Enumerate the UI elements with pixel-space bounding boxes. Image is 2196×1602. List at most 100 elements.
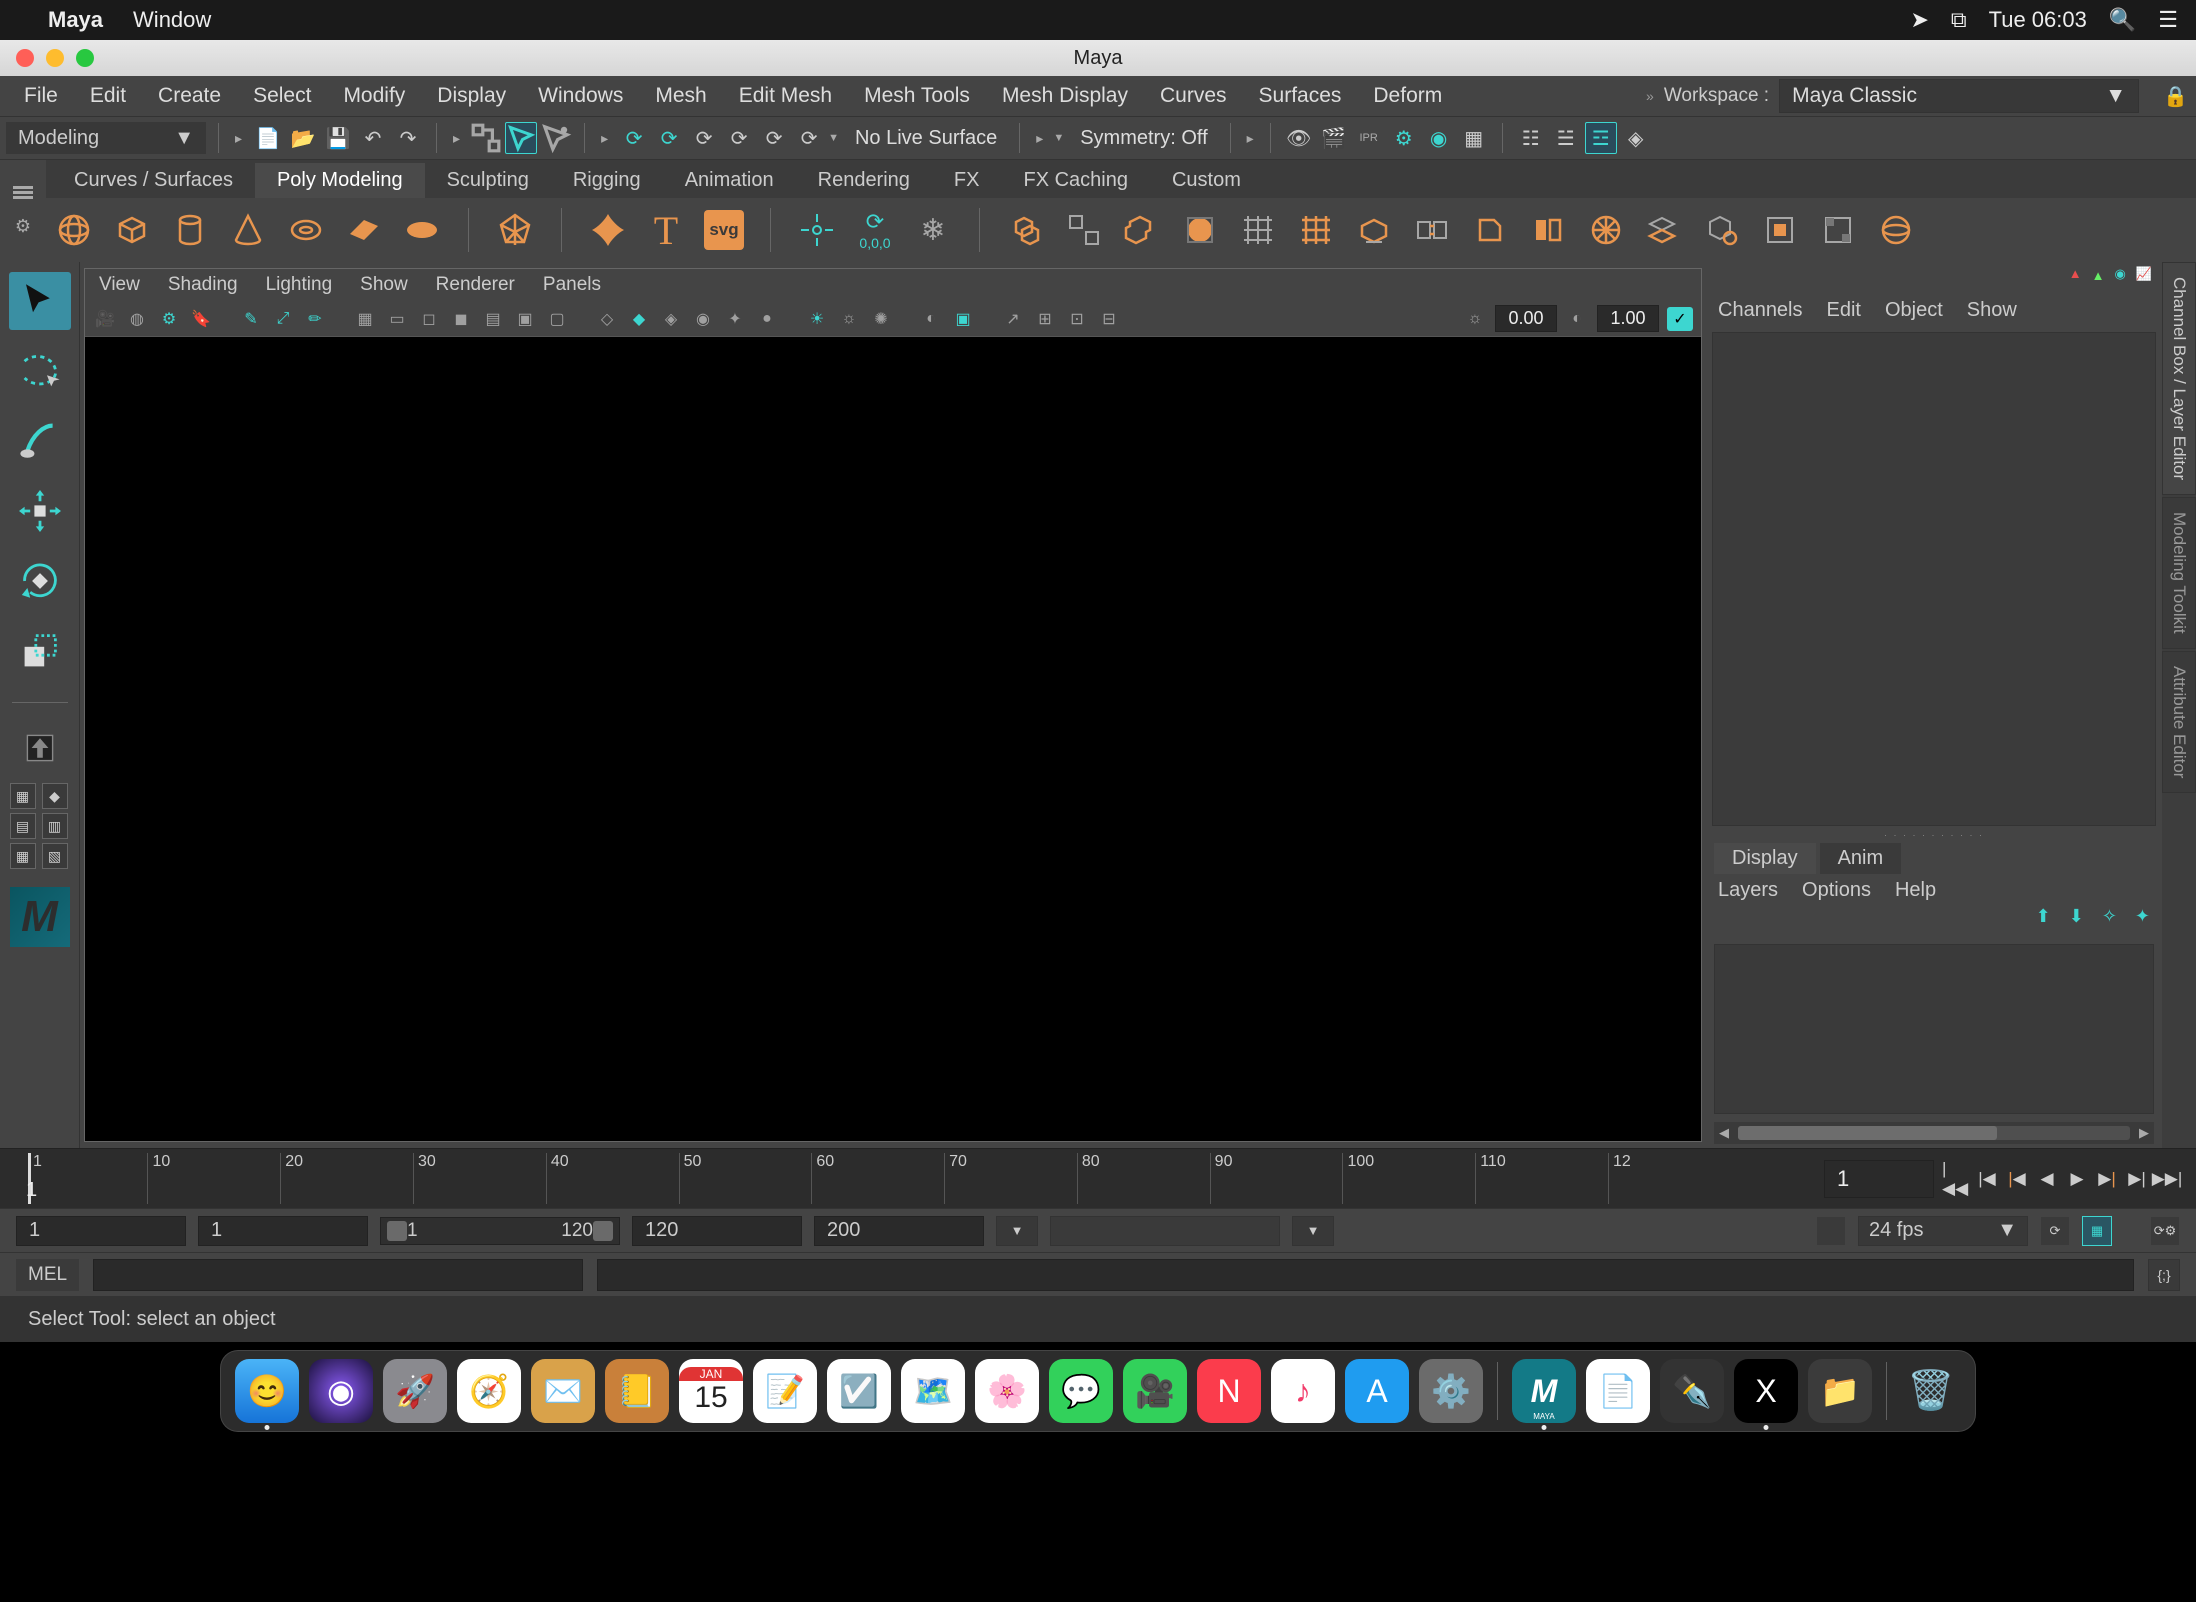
layer-move-up-icon[interactable]: ⬆ [2036,906,2051,940]
panel-menu-lighting[interactable]: Lighting [266,274,333,296]
camera-lock-icon[interactable]: ◍ [125,307,149,331]
current-frame-field[interactable]: 1 [1824,1160,1934,1198]
extrude-icon[interactable] [1354,210,1394,250]
dock-calendar-icon[interactable]: JAN 15 [679,1359,743,1423]
menu-windows[interactable]: Windows [522,76,639,116]
fps-selector[interactable]: 24 fps ▼ [1858,1216,2028,1246]
shelf-tab-sculpting[interactable]: Sculpting [425,163,551,198]
character-field[interactable] [1050,1216,1280,1246]
next-key-button[interactable]: ▶| [2122,1164,2152,1194]
menu-surfaces[interactable]: Surfaces [1243,76,1358,116]
script-lang-button[interactable]: MEL [16,1259,79,1291]
select-hierarchy-icon[interactable] [470,122,502,154]
pivot-center-icon[interactable] [797,210,837,250]
menu-app-name[interactable]: Maya [48,7,103,33]
channel-menu-show[interactable]: Show [1967,299,2017,322]
poly-sphere-icon[interactable] [54,210,94,250]
panel-menu-view[interactable]: View [99,274,140,296]
field-chart-icon[interactable]: ▤ [481,307,505,331]
dock-contacts-icon[interactable]: 📒 [605,1359,669,1423]
select-tool[interactable] [9,272,71,330]
camera-select-icon[interactable]: 🎥 [93,307,117,331]
resolution-gate-icon[interactable]: ◻ [417,307,441,331]
panel-layout2-icon[interactable]: ☱ [1550,122,1582,154]
dock-messages-icon[interactable]: 💬 [1049,1359,1113,1423]
xray-icon[interactable]: ▣ [951,307,975,331]
gamma-icon[interactable]: ◐ [1565,307,1589,331]
minimize-window-button[interactable] [46,49,64,67]
shelf-tab-fxcaching[interactable]: FX Caching [1001,163,1150,198]
isolate-select-icon[interactable]: ↗ [1001,307,1025,331]
prev-key-button[interactable]: |◀ [1972,1164,2002,1194]
dock-mail-icon[interactable]: ✉️ [531,1359,595,1423]
menu-deform[interactable]: Deform [1357,76,1458,116]
range-start-handle[interactable] [387,1221,407,1241]
motion-blur-icon[interactable]: ◐ [919,307,943,331]
layer-menu-layers[interactable]: Layers [1718,879,1778,902]
grid-b-icon[interactable] [1296,210,1336,250]
panel-layout3-icon[interactable]: ☲ [1585,122,1617,154]
ipr-icon[interactable]: IPR [1353,122,1385,154]
gamma-field[interactable]: 1.00 [1597,305,1659,332]
smooth-shade-icon[interactable]: ◆ [627,307,651,331]
default-light-icon[interactable]: ☼ [837,307,861,331]
playback-end-field[interactable]: 120 [632,1216,802,1246]
select-component-icon[interactable] [540,122,572,154]
dock-photos-icon[interactable]: 🌸 [975,1359,1039,1423]
menu-curves[interactable]: Curves [1144,76,1243,116]
xray-joints-icon[interactable]: ⊞ [1033,307,1057,331]
play-fwd-button[interactable]: ▶ [2062,1164,2092,1194]
dock-appstore-icon[interactable]: A [1345,1359,1409,1423]
range-bar[interactable]: 1 120 [380,1217,620,1245]
open-scene-button[interactable]: 📂 [287,122,319,154]
channel-sync-icon[interactable]: ◉ [2114,266,2125,288]
dock-maya-icon[interactable]: MMAYA [1512,1359,1576,1423]
anim-end-field[interactable]: 200 [814,1216,984,1246]
move-tool[interactable] [9,482,71,540]
pivot-reset-icon[interactable]: ⟳0,0,0 [855,210,895,250]
script-editor-button[interactable]: {;} [2148,1259,2180,1291]
dock-news-icon[interactable]: N [1197,1359,1261,1423]
lasso-tool[interactable] [9,342,71,400]
light-editor-icon[interactable]: ▦ [1458,122,1490,154]
shelf-tab-polymodeling[interactable]: Poly Modeling [255,163,425,198]
exposure-field[interactable]: 0.00 [1495,305,1557,332]
dock-finder-icon[interactable]: 😊 [235,1359,299,1423]
all-lights-icon[interactable]: ✺ [869,307,893,331]
render-clapper-icon[interactable]: 🎬 [1318,122,1350,154]
menu-select[interactable]: Select [237,76,327,116]
side-tab-channelbox[interactable]: Channel Box / Layer Editor [2162,262,2196,495]
2d-pan-icon[interactable]: ⤢ [271,307,295,331]
layout-script-icon[interactable]: ▦ [10,843,36,869]
select-object-icon[interactable] [505,122,537,154]
shelf-tab-animation[interactable]: Animation [663,163,796,198]
film-gate-icon[interactable]: ▭ [385,307,409,331]
quad-draw-icon[interactable] [1760,210,1800,250]
last-tool[interactable] [9,725,71,771]
panel-menu-shading[interactable]: Shading [168,274,238,296]
snap-plane-icon[interactable]: ⟳ [723,122,755,154]
layout-single-icon[interactable]: ▦ [10,783,36,809]
target-weld-icon[interactable] [1702,210,1742,250]
bridge-icon[interactable] [1412,210,1452,250]
close-window-button[interactable] [16,49,34,67]
layer-new-empty-icon[interactable]: ✧ [2102,906,2117,940]
multicut-icon[interactable] [1644,210,1684,250]
shelf-tab-rendering[interactable]: Rendering [796,163,932,198]
paint-select-tool[interactable] [9,412,71,470]
layout-custom-icon[interactable]: ▧ [42,843,68,869]
poly-platonic-icon[interactable] [495,210,535,250]
panel-layout1-icon[interactable]: ☷ [1515,122,1547,154]
go-start-button[interactable]: |◀◀ [1942,1164,1972,1194]
scale-tool[interactable] [9,622,71,680]
wireframe-icon[interactable]: ◇ [595,307,619,331]
shelf-tab-fx[interactable]: FX [932,163,1002,198]
wireonshaded-icon[interactable]: ⊟ [1097,307,1121,331]
step-back-button[interactable]: |◀ [2002,1164,2032,1194]
anim-start-field[interactable]: 1 [16,1216,186,1246]
snap-curve-icon[interactable]: ⟳ [653,122,685,154]
menu-set-selector[interactable]: Modeling ▼ [6,122,206,154]
poly-cylinder-icon[interactable] [170,210,210,250]
layer-new-selected-icon[interactable]: ✦ [2135,906,2150,940]
use-all-lights-icon[interactable]: ◉ [691,307,715,331]
